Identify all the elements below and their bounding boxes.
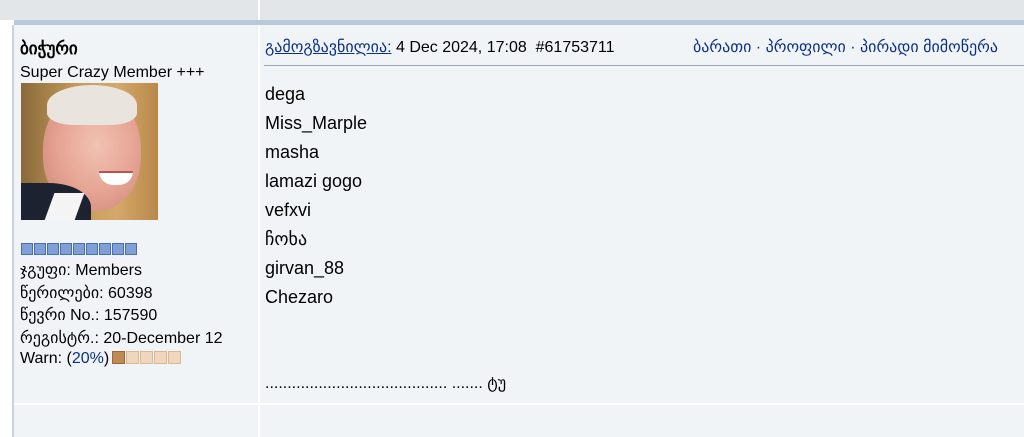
warn-pip (154, 351, 168, 364)
author-registered: რეგისტრ.: 20-December 12 (20, 330, 223, 347)
post-line: dega (265, 84, 306, 104)
post-date: 4 Dec 2024, 17:08 (395, 39, 527, 56)
warn-bar (112, 351, 182, 364)
header-underline (264, 65, 1024, 66)
post-line: girvan_88 (265, 258, 345, 278)
rank-pip (73, 243, 85, 255)
next-row-left (14, 405, 258, 437)
author-warn: Warn: (20%) (20, 350, 182, 368)
post-number[interactable]: #61753711 (536, 39, 615, 56)
post-line: Miss_Marple (265, 113, 368, 133)
rank-pip (99, 243, 111, 255)
warn-pip (112, 351, 126, 364)
rank-pip (86, 243, 98, 255)
rank-pip (21, 243, 33, 255)
warn-pip (168, 351, 182, 364)
rank-pip (125, 243, 137, 255)
author-member-number: წევრი No.: 157590 (20, 307, 158, 324)
author-panel: ბიჭური Super Crazy Member +++ ჯგუფი: Mem… (14, 25, 258, 403)
post-line: lamazi gogo (265, 171, 363, 191)
post-line: masha (265, 142, 320, 162)
avatar-hair (47, 85, 137, 125)
warn-pip (140, 351, 154, 364)
post-panel: გამოგზავნილია: 4 Dec 2024, 17:08 #617537… (260, 25, 1024, 403)
warn-pip (126, 351, 140, 364)
column-separator (258, 0, 260, 20)
author-rank: Super Crazy Member +++ (20, 64, 205, 81)
warn-label-end: ) (103, 350, 110, 367)
next-row-right (260, 405, 1024, 437)
post-header: გამოგზავნილია: 4 Dec 2024, 17:08 #617537… (265, 37, 615, 57)
top-bar (0, 0, 1024, 20)
avatar[interactable] (21, 83, 158, 220)
rank-pip (34, 243, 46, 255)
rank-pip (60, 243, 72, 255)
rank-pip (112, 243, 124, 255)
post-sent-link[interactable]: გამოგზავნილია: (265, 39, 392, 56)
author-group: ჯგუფი: Members (20, 262, 142, 279)
warn-label: Warn: ( (20, 350, 72, 367)
post-action-links[interactable]: ბარათი · პროფილი · პირადი მიმოწერა (693, 37, 998, 57)
post-line: Chezaro (265, 287, 334, 307)
warn-percent[interactable]: 20% (72, 350, 104, 367)
author-posts: წერილები: 60398 (20, 285, 153, 302)
post-line: ჩოხა (265, 229, 308, 249)
rank-pip (47, 243, 59, 255)
rank-bar (21, 243, 137, 255)
post-signature: ........................................… (265, 375, 507, 392)
post-line: vefxvi (265, 200, 312, 220)
author-username[interactable]: ბიჭური (20, 39, 78, 59)
